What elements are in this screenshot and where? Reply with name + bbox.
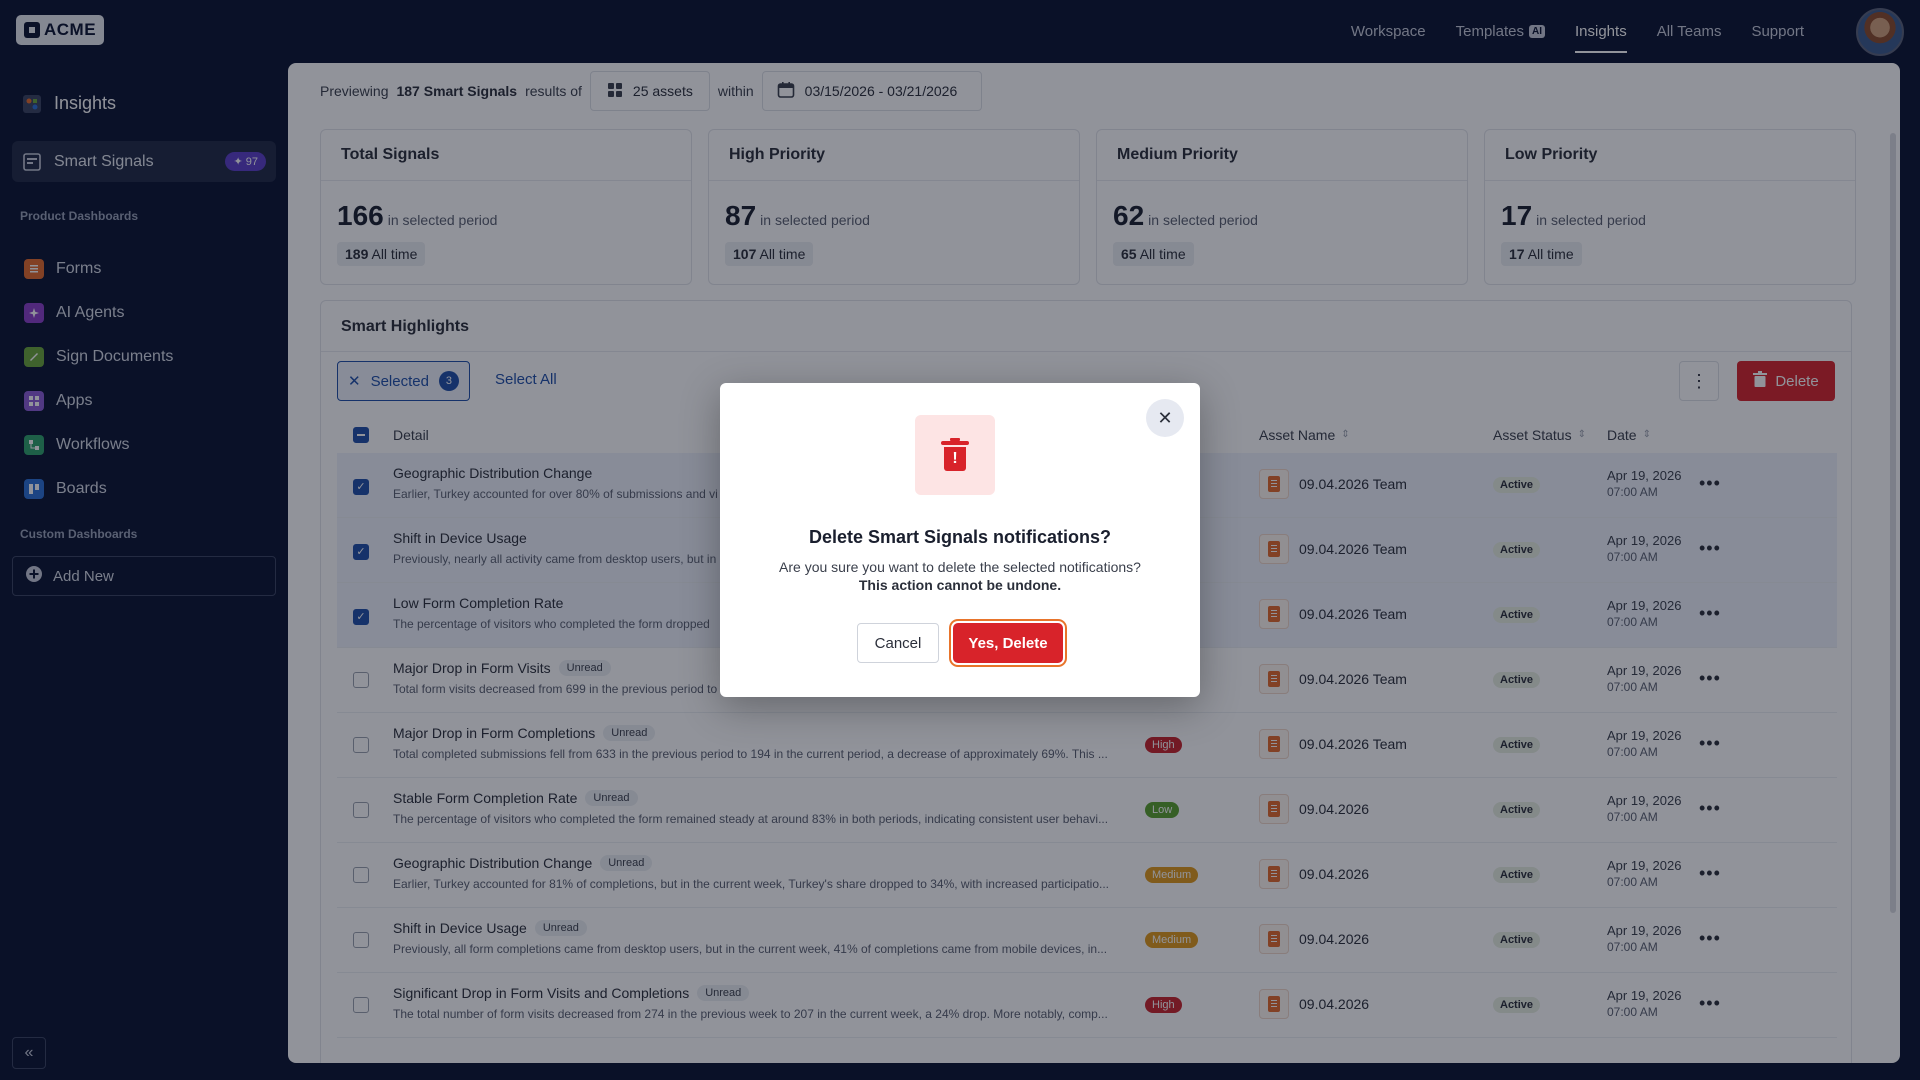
confirm-delete-button[interactable]: Yes, Delete	[953, 623, 1063, 663]
warning-trash-icon: !	[915, 415, 995, 495]
dialog-actions: Cancel Yes, Delete	[720, 623, 1200, 663]
dialog-text: Are you sure you want to delete the sele…	[779, 559, 1141, 575]
dialog-message: Are you sure you want to delete the sele…	[720, 558, 1200, 594]
delete-confirmation-dialog: ✕ ! Delete Smart Signals notifications? …	[720, 383, 1200, 697]
trash-icon: !	[941, 438, 969, 471]
dialog-warning: This action cannot be undone.	[858, 577, 1062, 593]
dialog-title: Delete Smart Signals notifications?	[808, 527, 1112, 547]
cancel-button[interactable]: Cancel	[857, 623, 939, 663]
close-icon: ✕	[1157, 407, 1173, 428]
close-dialog-button[interactable]: ✕	[1146, 399, 1184, 437]
